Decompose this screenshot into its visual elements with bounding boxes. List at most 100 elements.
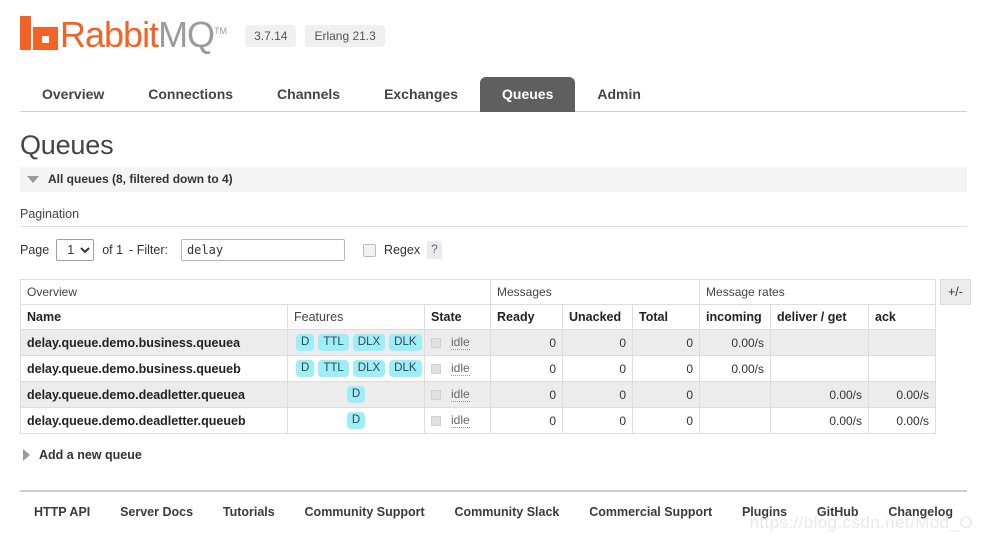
state-label: idle [451, 335, 470, 350]
column-header-ack[interactable]: ack [868, 304, 937, 330]
feature-badge-d[interactable]: D [296, 334, 315, 351]
queue-features: D TTL DLX DLK [287, 355, 425, 382]
footer-link-http-api[interactable]: HTTP API [34, 505, 90, 519]
group-header-messages: Messages [490, 279, 701, 305]
messages-unacked: 0 [562, 381, 634, 408]
table-row: delay.queue.demo.deadletter.queuea D idl… [20, 381, 937, 408]
group-header-message-rates: Message rates [699, 279, 937, 305]
queue-state: idle [423, 329, 492, 356]
footer-link-tutorials[interactable]: Tutorials [223, 505, 275, 519]
queue-name[interactable]: delay.queue.demo.deadletter.queueb [20, 407, 288, 434]
footer-link-server-docs[interactable]: Server Docs [120, 505, 193, 519]
rate-incoming [699, 381, 772, 408]
column-header-total[interactable]: Total [632, 304, 701, 330]
column-header-state[interactable]: State [423, 304, 492, 330]
main-navigation: Overview Connections Channels Exchanges … [0, 70, 987, 112]
rate-ack: 0.00/s [868, 407, 937, 434]
logo-row: RabbitMQTM 3.7.14 Erlang 21.3 [20, 0, 967, 53]
rate-incoming [699, 407, 772, 434]
rate-deliver-get [770, 329, 870, 356]
footer-links: HTTP API Server Docs Tutorials Community… [20, 492, 967, 535]
queue-name[interactable]: delay.queue.demo.deadletter.queuea [20, 381, 288, 408]
filter-label: - Filter: [129, 243, 168, 257]
footer-link-github[interactable]: GitHub [817, 505, 859, 519]
feature-badge-dlx[interactable]: DLX [352, 360, 386, 377]
regex-help-icon[interactable]: ? [427, 241, 442, 259]
tab-connections[interactable]: Connections [126, 77, 255, 112]
logo-wordmark[interactable]: RabbitMQTM [60, 13, 227, 53]
rate-deliver-get [770, 355, 870, 382]
tab-exchanges[interactable]: Exchanges [362, 77, 480, 112]
column-header-features[interactable]: Features [287, 304, 425, 330]
table-group-header-row: Overview Messages Message rates [19, 279, 937, 305]
messages-ready: 0 [490, 329, 564, 356]
tab-channels[interactable]: Channels [255, 77, 362, 112]
footer-link-community-slack[interactable]: Community Slack [454, 505, 559, 519]
column-header-unacked[interactable]: Unacked [562, 304, 634, 330]
all-queues-section-header[interactable]: All queues (8, filtered down to 4) [20, 167, 967, 192]
chevron-right-icon[interactable] [23, 449, 30, 461]
queues-table-wrapper: Overview Messages Message rates Name Fea… [19, 279, 971, 434]
queues-table: Overview Messages Message rates Name Fea… [19, 279, 937, 434]
rate-incoming: 0.00/s [699, 329, 772, 356]
tab-overview[interactable]: Overview [20, 77, 126, 112]
feature-badge-dlx[interactable]: DLX [352, 334, 386, 351]
table-row: delay.queue.demo.business.queuea D TTL DLX… [20, 329, 937, 356]
chevron-down-icon[interactable] [27, 175, 39, 183]
feature-badge-ttl[interactable]: TTL [318, 360, 349, 377]
state-indicator-icon [431, 389, 441, 400]
queue-state: idle [423, 407, 492, 434]
main-content: Queues All queues (8, filtered down to 4… [0, 130, 987, 462]
column-header-incoming[interactable]: incoming [699, 304, 772, 330]
queue-features: D TTL DLX DLK [287, 329, 425, 356]
feature-badge-dlk[interactable]: DLK [389, 360, 422, 377]
add-queue-label: Add a new queue [39, 448, 142, 462]
feature-badge-d[interactable]: D [296, 360, 315, 377]
messages-ready: 0 [490, 407, 564, 434]
messages-total: 0 [632, 355, 701, 382]
footer-link-changelog[interactable]: Changelog [888, 505, 953, 519]
tab-queues[interactable]: Queues [480, 77, 576, 112]
feature-badge-d[interactable]: D [346, 412, 366, 429]
footer-link-plugins[interactable]: Plugins [742, 505, 787, 519]
app-header: RabbitMQTM 3.7.14 Erlang 21.3 [0, 0, 987, 70]
feature-badge-dlk[interactable]: DLK [389, 334, 422, 351]
table-row: delay.queue.demo.business.queueb D TTL DLX… [20, 355, 937, 382]
rate-deliver-get: 0.00/s [770, 381, 870, 408]
pagination-label: Pagination [20, 207, 967, 227]
messages-ready: 0 [490, 355, 564, 382]
rate-incoming: 0.00/s [699, 355, 772, 382]
state-indicator-icon [431, 363, 441, 374]
messages-unacked: 0 [562, 329, 634, 356]
regex-checkbox[interactable] [362, 243, 376, 257]
feature-badge-d[interactable]: D [346, 386, 366, 403]
column-header-name[interactable]: Name [20, 304, 288, 330]
group-header-overview: Overview [19, 279, 492, 305]
footer-link-commercial-support[interactable]: Commercial Support [589, 505, 712, 519]
state-label: idle [451, 361, 470, 376]
queue-state: idle [423, 381, 492, 408]
column-header-ready[interactable]: Ready [490, 304, 564, 330]
footer-link-community-support[interactable]: Community Support [305, 505, 425, 519]
rabbitmq-logo-icon[interactable] [20, 16, 58, 50]
add-queue-section-header[interactable]: Add a new queue [20, 448, 967, 462]
queue-features: D [287, 381, 425, 408]
tab-admin[interactable]: Admin [575, 77, 663, 112]
messages-total: 0 [632, 381, 701, 408]
table-column-header-row: Name Features State Ready Unacked Total … [20, 304, 937, 330]
page-select[interactable]: 1 [56, 239, 95, 261]
rate-ack: 0.00/s [868, 381, 937, 408]
column-header-deliver-get[interactable]: deliver / get [770, 304, 870, 330]
state-label: idle [451, 413, 470, 428]
messages-ready: 0 [490, 381, 564, 408]
rate-ack [868, 355, 937, 382]
toggle-columns-button[interactable]: +/- [940, 279, 971, 305]
filter-input[interactable] [180, 239, 345, 261]
queue-name[interactable]: delay.queue.demo.business.queuea [20, 329, 288, 356]
feature-badge-ttl[interactable]: TTL [318, 334, 349, 351]
state-indicator-icon [431, 415, 441, 426]
queues-table-body: delay.queue.demo.business.queuea D TTL DLX… [20, 329, 937, 434]
queue-name[interactable]: delay.queue.demo.business.queueb [20, 355, 288, 382]
filter-controls: Page 1 of 1 - Filter: Regex ? [20, 239, 967, 261]
queue-state: idle [423, 355, 492, 382]
